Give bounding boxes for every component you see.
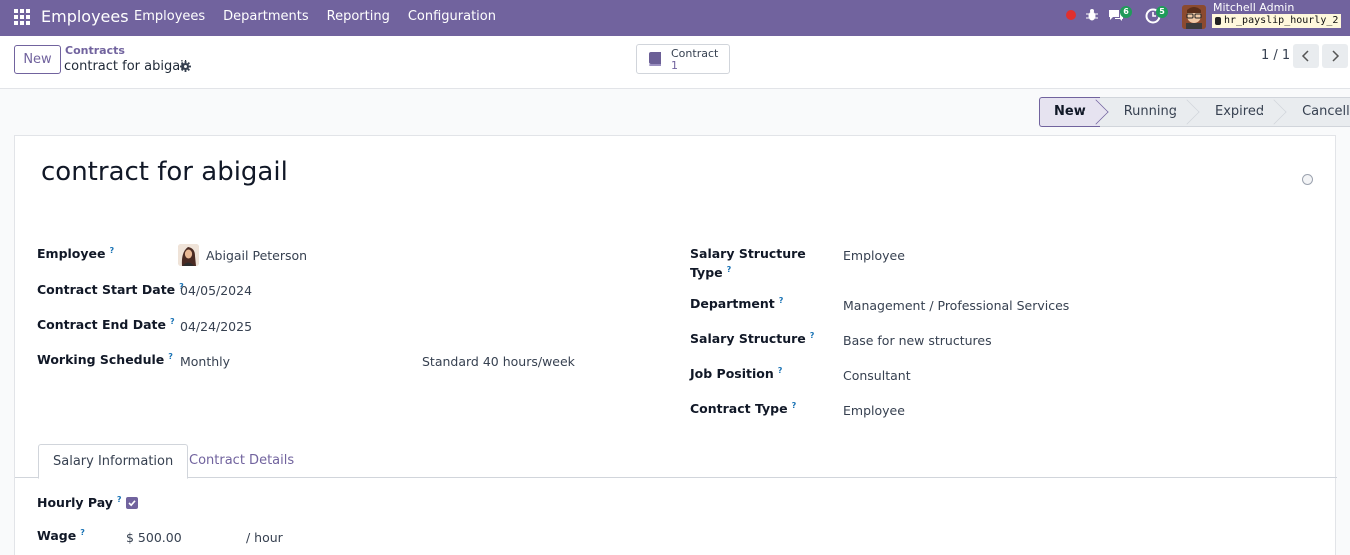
contract-name-field[interactable]: contract for abigail [41,157,288,187]
pager-previous-button[interactable] [1293,44,1319,68]
kanban-state-icon[interactable] [1302,174,1313,185]
salary-structure-label-text: Salary Structure [690,331,806,347]
working-schedule-label: Working Schedule? [37,352,173,367]
database-name: hr_payslip_hourly_2 [1212,14,1342,28]
menu-departments[interactable]: Departments [223,9,308,24]
end-date-label: Contract End Date? [37,317,175,332]
gear-icon[interactable] [180,61,191,72]
help-icon[interactable]: ? [80,528,85,537]
hourly-pay-label-text: Hourly Pay [37,495,113,511]
chevron-right-icon [1332,50,1340,62]
main-menu: Employees Departments Reporting Configur… [134,9,514,24]
wage-label: Wage? [37,528,85,543]
activities-badge: 5 [1156,6,1168,18]
breadcrumb-current: contract for abigail [64,59,188,74]
salary-structure-label: Salary Structure? [690,331,814,346]
top-navbar: Employees Employees Departments Reportin… [0,0,1350,36]
salary-structure-type-label-line2: Type? [690,265,731,280]
apps-grid-icon[interactable] [14,9,30,25]
app-brand[interactable]: Employees [41,7,129,26]
help-icon[interactable]: ? [170,317,175,326]
tab-contract-details[interactable]: Contract Details [175,444,308,479]
user-name[interactable]: Mitchell Admin [1213,1,1294,14]
contract-type-label-text: Contract Type [690,401,788,417]
salary-structure-type-label-text: Type [690,265,723,281]
help-icon[interactable]: ? [779,296,784,305]
help-icon[interactable]: ? [778,366,783,375]
salary-structure-value[interactable]: Base for new structures [843,333,992,348]
form-sheet: contract for abigail Employee? Abigail P… [14,135,1337,555]
hourly-pay-label: Hourly Pay? [37,495,122,510]
stage-cancelled[interactable]: Cancelled [1278,97,1350,127]
help-icon[interactable]: ? [792,401,797,410]
stage-new-label: New [1054,104,1086,119]
control-panel: New Contracts contract for abigail Contr… [0,36,1350,89]
book-icon [649,52,661,66]
contract-type-label: Contract Type? [690,401,796,416]
start-date-value[interactable]: 04/05/2024 [180,283,252,298]
job-position-label-text: Job Position [690,366,774,382]
smart-button-value: 1 [671,59,678,72]
salary-structure-type-label-line1: Salary Structure [690,246,806,261]
end-date-label-text: Contract End Date [37,317,166,333]
menu-reporting[interactable]: Reporting [327,9,390,24]
checkmark-icon [128,500,136,507]
start-date-label: Contract Start Date? [37,282,184,297]
start-date-label-text: Contract Start Date [37,282,176,298]
stage-expired[interactable]: Expired [1191,97,1287,127]
help-icon[interactable]: ? [810,331,815,340]
job-position-label: Job Position? [690,366,782,381]
debug-bug-icon[interactable] [1086,8,1098,22]
stage-cancelled-label: Cancelled [1302,104,1350,119]
stage-expired-label: Expired [1215,104,1265,119]
help-icon[interactable]: ? [727,265,732,274]
end-date-value[interactable]: 04/24/2025 [180,319,252,334]
pager-next-button[interactable] [1322,44,1348,68]
record-status-icon[interactable] [1066,10,1076,20]
contract-type-value[interactable]: Employee [843,403,905,418]
employee-label: Employee? [37,246,114,261]
department-label: Department? [690,296,783,311]
user-avatar[interactable] [1182,5,1206,29]
menu-configuration[interactable]: Configuration [408,9,496,24]
salary-structure-type-value[interactable]: Employee [843,248,905,263]
pager-value[interactable]: 1 / 1 [1261,48,1290,63]
working-schedule-hours: Standard 40 hours/week [422,354,575,369]
new-button[interactable]: New [14,45,61,74]
hourly-pay-checkbox[interactable] [126,497,138,509]
employee-label-text: Employee [37,246,106,262]
working-schedule-label-text: Working Schedule [37,352,165,368]
menu-employees[interactable]: Employees [134,9,205,24]
chevron-left-icon [1301,50,1309,62]
employee-avatar [178,244,199,266]
job-position-value[interactable]: Consultant [843,368,911,383]
contract-smart-button[interactable]: Contract 1 [636,44,730,74]
wage-label-text: Wage [37,528,77,544]
department-value[interactable]: Management / Professional Services [843,298,1069,313]
breadcrumb-contracts[interactable]: Contracts [65,44,125,57]
stage-new[interactable]: New [1039,97,1109,127]
help-icon[interactable]: ? [168,352,173,361]
stage-running[interactable]: Running [1099,97,1200,127]
wage-value[interactable]: $ 500.00 [126,530,182,545]
smart-button-label: Contract [671,47,719,60]
employee-value[interactable]: Abigail Peterson [206,248,307,263]
wage-unit: / hour [246,530,283,545]
status-bar: New Running Expired Cancelled [1039,97,1350,127]
working-schedule-value[interactable]: Monthly [180,354,230,369]
stage-running-label: Running [1123,104,1177,119]
help-icon[interactable]: ? [117,495,122,504]
tab-salary-information[interactable]: Salary Information [38,444,189,479]
help-icon[interactable]: ? [110,246,115,255]
messages-badge: 6 [1120,6,1132,18]
department-label-text: Department [690,296,775,312]
notebook-tabs: Salary Information Contract Details [15,444,1337,479]
